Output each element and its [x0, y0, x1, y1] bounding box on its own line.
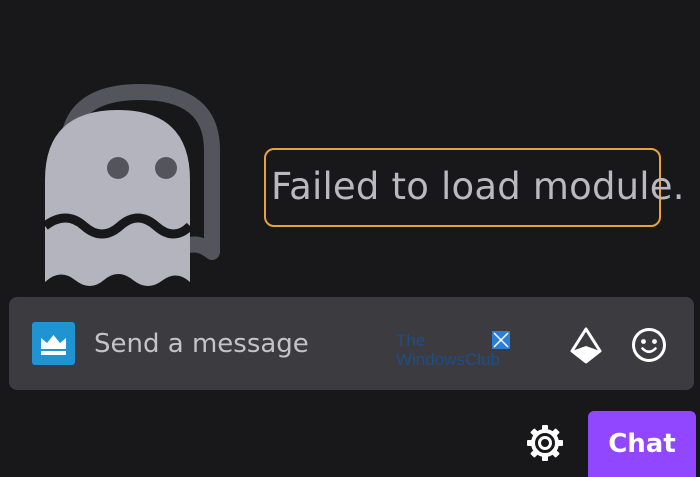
windows-logo-icon: [492, 331, 510, 349]
crown-icon[interactable]: [32, 322, 75, 365]
chat-button[interactable]: Chat: [588, 411, 696, 477]
watermark: The WindowsClub: [396, 331, 516, 376]
smiley-icon[interactable]: [630, 326, 668, 364]
error-message: Failed to load module.: [271, 165, 685, 208]
ghost-icon: [42, 84, 220, 286]
chat-panel: Failed to load module. Send a message Th…: [0, 0, 700, 477]
gear-icon[interactable]: [524, 422, 566, 464]
watermark-line1: The: [396, 331, 426, 350]
bits-icon[interactable]: [568, 326, 604, 366]
message-placeholder: Send a message: [94, 329, 309, 359]
watermark-line2: WindowsClub: [396, 350, 500, 369]
